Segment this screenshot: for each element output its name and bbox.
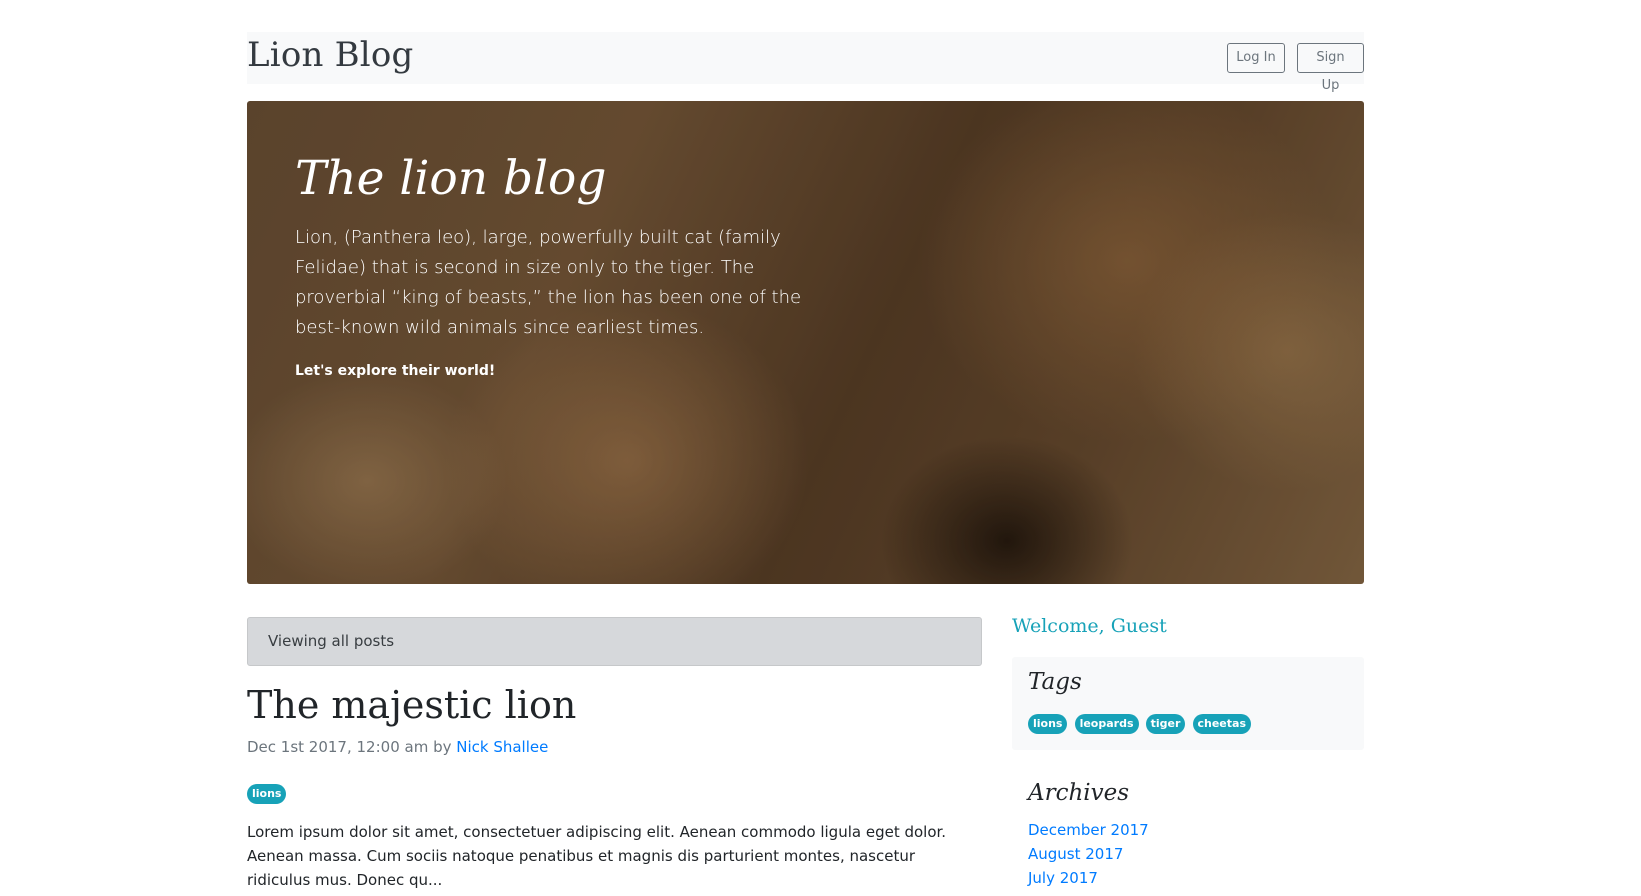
viewing-all-posts-alert: Viewing all posts: [247, 617, 982, 666]
archives-list: December 2017 August 2017 July 2017: [1028, 818, 1149, 890]
post-author-link[interactable]: Nick Shallee: [456, 738, 548, 756]
hero-description: Lion, (Panthera leo), large, powerfully …: [295, 227, 802, 338]
tag-badge-leopards[interactable]: leopards: [1074, 714, 1139, 734]
tags-panel: Tags lions leopards tiger cheetas: [1012, 657, 1364, 750]
tags-heading: Tags: [1028, 669, 1082, 695]
post-tag-badge[interactable]: lions: [247, 784, 287, 804]
signup-button[interactable]: Sign Up: [1297, 43, 1364, 93]
navbar: Lion Blog Log In Sign Up: [247, 32, 1364, 93]
post-title[interactable]: The majestic lion: [247, 683, 576, 727]
welcome-message: Welcome, Guest: [1012, 615, 1167, 637]
site-brand[interactable]: Lion Blog: [247, 35, 414, 75]
tag-badge-cheetas[interactable]: cheetas: [1192, 714, 1252, 734]
post-meta: Dec 1st 2017, 12:00 am by Nick Shallee: [247, 738, 548, 756]
post-excerpt: Lorem ipsum dolor sit amet, consectetuer…: [247, 823, 947, 889]
hero-banner: The lion blog Lion, (Panthera leo), larg…: [247, 101, 1364, 584]
archive-link-august-2017[interactable]: August 2017: [1028, 845, 1123, 863]
tags-list: lions leopards tiger cheetas: [1028, 712, 1253, 734]
archives-heading: Archives: [1028, 780, 1130, 806]
archive-item: July 2017: [1028, 866, 1149, 890]
login-button[interactable]: Log In: [1227, 43, 1285, 73]
tag-badge-tiger[interactable]: tiger: [1145, 714, 1186, 734]
hero-cta-text: Let's explore their world!: [295, 363, 496, 379]
post-tags: lions: [247, 782, 288, 804]
hero-title: The lion blog: [295, 151, 607, 206]
archive-link-july-2017[interactable]: July 2017: [1028, 869, 1098, 887]
archive-item: December 2017: [1028, 818, 1149, 842]
post-date: Dec 1st 2017, 12:00 am by: [247, 738, 457, 756]
archive-item: August 2017: [1028, 842, 1149, 866]
tag-badge-lions[interactable]: lions: [1028, 714, 1068, 734]
archive-link-december-2017[interactable]: December 2017: [1028, 821, 1149, 839]
